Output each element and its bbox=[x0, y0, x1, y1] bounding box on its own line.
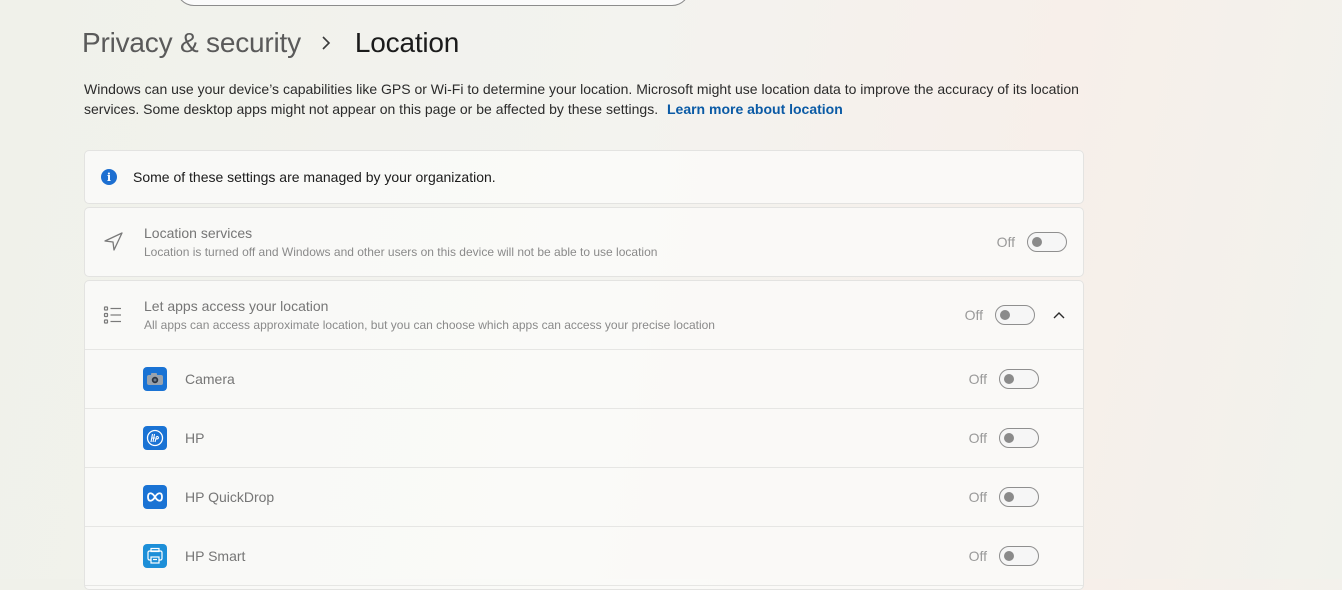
camera-location-toggle[interactable] bbox=[999, 369, 1039, 389]
location-services-state: Off bbox=[996, 234, 1015, 250]
location-services-subtitle: Location is turned off and Windows and o… bbox=[144, 244, 658, 259]
list-icon bbox=[101, 303, 125, 327]
app-name: HP Smart bbox=[185, 548, 246, 564]
chevron-up-icon[interactable] bbox=[1051, 307, 1067, 323]
chevron-right-icon bbox=[317, 34, 335, 52]
hp-quickdrop-location-toggle[interactable] bbox=[999, 487, 1039, 507]
apps-access-toggle[interactable] bbox=[995, 305, 1035, 325]
hp-location-toggle[interactable] bbox=[999, 428, 1039, 448]
location-services-setting: Location services Location is turned off… bbox=[84, 207, 1084, 277]
hp-smart-app-icon bbox=[143, 544, 167, 568]
page-description: Windows can use your device’s capabiliti… bbox=[84, 79, 1084, 119]
breadcrumb: Privacy & security Location bbox=[82, 24, 459, 62]
learn-more-link[interactable]: Learn more about location bbox=[667, 101, 843, 117]
apps-access-header[interactable]: Let apps access your location All apps c… bbox=[85, 281, 1083, 350]
app-name: Camera bbox=[185, 371, 235, 387]
app-row-hp-quickdrop: HP QuickDrop Off bbox=[85, 468, 1083, 527]
info-icon: i bbox=[101, 169, 117, 185]
app-name: HP bbox=[185, 430, 205, 446]
app-row-hp-smart: HP Smart Off bbox=[85, 527, 1083, 586]
description-text: Windows can use your device’s capabiliti… bbox=[84, 81, 1079, 117]
search-box[interactable] bbox=[176, 0, 690, 6]
navigation-arrow-icon bbox=[101, 230, 125, 254]
location-services-title: Location services bbox=[144, 224, 253, 241]
app-state: Off bbox=[968, 489, 987, 505]
info-banner-text: Some of these settings are managed by yo… bbox=[133, 169, 496, 185]
location-services-toggle[interactable] bbox=[1027, 232, 1067, 252]
hp-smart-location-toggle[interactable] bbox=[999, 546, 1039, 566]
apps-access-state: Off bbox=[964, 307, 983, 323]
app-state: Off bbox=[968, 371, 987, 387]
app-name: HP QuickDrop bbox=[185, 489, 275, 505]
hp-app-icon bbox=[143, 426, 167, 450]
page-title: Location bbox=[354, 27, 460, 58]
app-row-camera: Camera Off bbox=[85, 350, 1083, 409]
managed-info-banner: i Some of these settings are managed by … bbox=[84, 150, 1084, 204]
breadcrumb-parent[interactable]: Privacy & security bbox=[82, 27, 301, 59]
app-state: Off bbox=[968, 548, 987, 564]
camera-app-icon bbox=[143, 367, 167, 391]
apps-access-title: Let apps access your location bbox=[144, 297, 329, 314]
app-state: Off bbox=[968, 430, 987, 446]
hp-quickdrop-app-icon bbox=[143, 485, 167, 509]
apps-access-section: Let apps access your location All apps c… bbox=[84, 280, 1084, 590]
apps-access-subtitle: All apps can access approximate location… bbox=[144, 317, 715, 332]
app-row-hp: HP Off bbox=[85, 409, 1083, 468]
